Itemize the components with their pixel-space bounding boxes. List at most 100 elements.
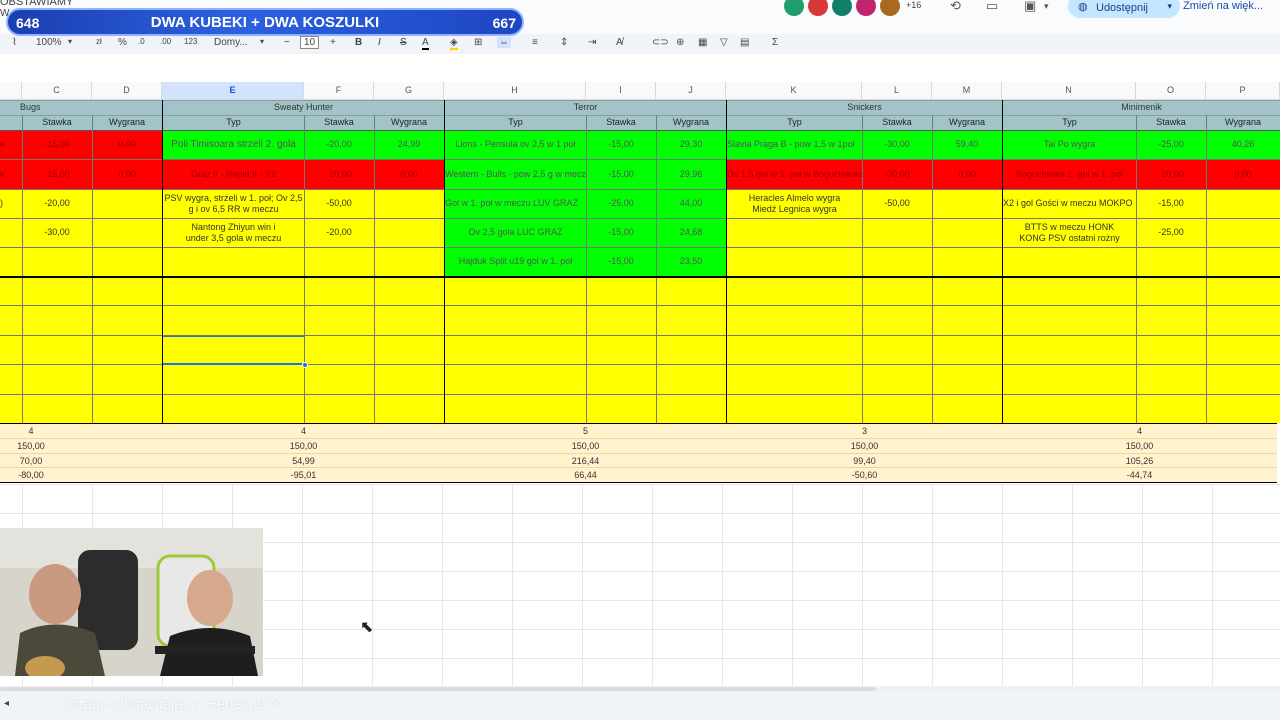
subheader-stawka[interactable]: Stawka xyxy=(1136,115,1206,130)
cell-i3[interactable]: -25,00 xyxy=(586,189,656,218)
subheader-typ[interactable]: Typ xyxy=(727,115,862,130)
column-header-l[interactable]: L xyxy=(862,82,932,100)
column-header-i[interactable]: I xyxy=(586,82,656,100)
subheader-stawka[interactable]: Stawka xyxy=(22,115,92,130)
cell-j5[interactable]: 23,50 xyxy=(656,247,726,276)
cell-o4[interactable]: -25,00 xyxy=(1136,218,1206,247)
cell-e1[interactable]: Poli Timisoara strzeli 2. gola xyxy=(163,130,304,159)
summary-count-bugs[interactable]: 4 xyxy=(0,424,62,438)
summary-won-bugs[interactable]: 70,00 xyxy=(0,454,62,468)
cell-b1[interactable]: e xyxy=(0,130,22,159)
decrease-font-size-button[interactable]: − xyxy=(284,37,290,48)
column-header-m[interactable]: M xyxy=(932,82,1002,100)
currency-button[interactable]: zł xyxy=(96,37,102,46)
cell-c3[interactable]: -20,00 xyxy=(22,189,92,218)
cell-e2[interactable]: Graz II - Rapid II - X2 xyxy=(163,159,304,189)
align-horizontal-icon[interactable]: ≡ xyxy=(532,37,538,48)
increase-decimal-button[interactable]: .00 xyxy=(160,37,171,46)
strikethrough-button[interactable]: S xyxy=(400,37,407,48)
align-vertical-icon[interactable]: ⇕ xyxy=(560,37,568,48)
cell-l2[interactable]: -30,00 xyxy=(862,159,932,189)
cell-i2[interactable]: -15,00 xyxy=(586,159,656,189)
cell-d2[interactable]: 0,00 xyxy=(92,159,162,189)
column-header-p[interactable]: P xyxy=(1206,82,1280,100)
summary-stake-bugs[interactable]: 150,00 xyxy=(0,439,62,453)
column-header-h[interactable]: H xyxy=(444,82,586,100)
summary-won-minimenik[interactable]: 105,26 xyxy=(1003,454,1276,468)
paint-format-icon[interactable]: ⌇ xyxy=(12,37,17,48)
cell-l3[interactable]: -50,00 xyxy=(862,189,932,218)
cell-o2[interactable]: -20,00 xyxy=(1136,159,1206,189)
cell-j1[interactable]: 29,30 xyxy=(656,130,726,159)
column-header-b[interactable] xyxy=(0,82,22,100)
cell-l1[interactable]: -30,00 xyxy=(862,130,932,159)
cell-o3[interactable]: -15,00 xyxy=(1136,189,1206,218)
column-header-o[interactable]: O xyxy=(1136,82,1206,100)
fill-handle[interactable] xyxy=(302,362,308,368)
document-title[interactable]: OBSTAWIAMY xyxy=(0,0,73,8)
summary-balance-terror[interactable]: 66,44 xyxy=(445,468,726,482)
subheader-wygrana[interactable]: Wygrana xyxy=(1206,115,1280,130)
summary-stake-sweaty[interactable]: 150,00 xyxy=(163,439,444,453)
column-header-g[interactable]: G xyxy=(374,82,444,100)
cell-d1[interactable]: 0,00 xyxy=(92,130,162,159)
cell-m1[interactable]: 59,40 xyxy=(932,130,1002,159)
subheader-stawka[interactable]: Stawka xyxy=(862,115,932,130)
column-header-n[interactable]: N xyxy=(1002,82,1136,100)
cell-h3[interactable]: Gol w 1. poł w meczu LUV GRAZ xyxy=(445,189,586,218)
cell-k2[interactable]: Ov 1,5 gol w 1. poł w Boguchwale xyxy=(727,159,862,189)
cell-j4[interactable]: 24,68 xyxy=(656,218,726,247)
add-sheet-icon[interactable]: ◂ xyxy=(4,698,9,709)
summary-stake-minimenik[interactable]: 150,00 xyxy=(1003,439,1276,453)
meet-icon[interactable]: ▣ xyxy=(1024,0,1036,14)
cell-h2[interactable]: Western - Bulls - pow 2,5 g w meczu xyxy=(445,159,586,189)
cell-g1[interactable]: 24,99 xyxy=(374,130,444,159)
column-header-d[interactable]: D xyxy=(92,82,162,100)
horizontal-scrollbar-thumb[interactable] xyxy=(0,687,876,691)
group-header-bugs[interactable]: Bugs xyxy=(0,100,162,115)
cell-h4[interactable]: Ov 2,5 gola LUC GRAZ xyxy=(445,218,586,247)
group-header-minimenik[interactable]: Minimenik xyxy=(1003,100,1280,115)
text-rotation-icon[interactable]: A̸ xyxy=(616,37,623,48)
cell-p1[interactable]: 40,26 xyxy=(1206,130,1280,159)
cell-h5[interactable]: Hajduk Split u19 gol w 1. poł xyxy=(445,247,586,276)
cell-h1[interactable]: Lions - Pensula ov 2,5 w 1 poł xyxy=(445,130,586,159)
cell-f1[interactable]: -20,00 xyxy=(304,130,374,159)
cell-i1[interactable]: -15,00 xyxy=(586,130,656,159)
increase-font-size-button[interactable]: + xyxy=(330,37,336,48)
cell-j2[interactable]: 29,96 xyxy=(656,159,726,189)
cell-m2[interactable]: 0,00 xyxy=(932,159,1002,189)
summary-count-sweaty[interactable]: 4 xyxy=(163,424,444,438)
history-icon[interactable]: ⟲ xyxy=(950,0,961,14)
subheader-stawka[interactable]: Stawka xyxy=(304,115,374,130)
subheader-typ[interactable]: Typ xyxy=(163,115,304,130)
cell-c2[interactable]: -15,00 xyxy=(22,159,92,189)
comment-icon[interactable]: ⊕ xyxy=(676,37,684,48)
subheader-empty[interactable] xyxy=(0,115,22,130)
column-header-f[interactable]: F xyxy=(304,82,374,100)
summary-won-terror[interactable]: 216,44 xyxy=(445,454,726,468)
cell-n2[interactable]: Boguchwała 1. gol w 1. poł xyxy=(1003,159,1136,189)
decrease-decimal-button[interactable]: .0 xyxy=(138,37,145,46)
change-view-link[interactable]: Zmień na więk... xyxy=(1183,0,1263,12)
merge-cells-icon[interactable]: ⇔ xyxy=(497,37,511,48)
cell-k3[interactable]: Heracles Almelo wygra Miedź Legnica wygr… xyxy=(727,189,862,218)
avatar[interactable] xyxy=(880,0,900,16)
summary-count-snickers[interactable]: 3 xyxy=(727,424,1002,438)
summary-count-terror[interactable]: 5 xyxy=(445,424,726,438)
summary-count-minimenik[interactable]: 4 xyxy=(1003,424,1276,438)
percent-button[interactable]: % xyxy=(118,37,127,48)
cell-i5[interactable]: -15,00 xyxy=(586,247,656,276)
subheader-wygrana[interactable]: Wygrana xyxy=(656,115,726,130)
cell-f3[interactable]: -50,00 xyxy=(304,189,374,218)
collaborator-avatars[interactable]: +16 xyxy=(784,0,921,18)
summary-balance-sweaty[interactable]: -95,01 xyxy=(163,468,444,482)
avatar[interactable] xyxy=(856,0,876,16)
subheader-wygrana[interactable]: Wygrana xyxy=(932,115,1002,130)
filter-icon[interactable]: ▽ xyxy=(720,37,728,48)
summary-balance-bugs[interactable]: -80,00 xyxy=(0,468,62,482)
link-icon[interactable]: ⊂⊃ xyxy=(652,37,669,48)
subheader-wygrana[interactable]: Wygrana xyxy=(92,115,162,130)
bold-button[interactable]: B xyxy=(355,37,362,48)
group-header-sweaty-hunter[interactable]: Sweaty Hunter xyxy=(163,100,444,115)
